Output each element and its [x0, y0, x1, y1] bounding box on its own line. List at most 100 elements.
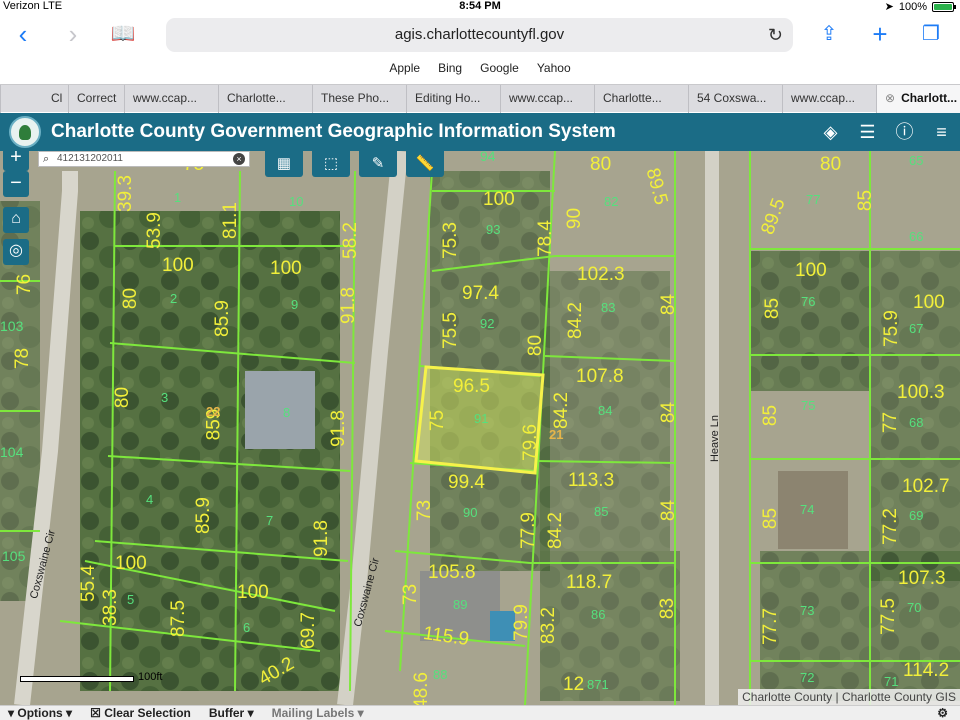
dimension-label: 12 [563, 674, 585, 695]
grid-tool-icon[interactable]: ▦ [265, 151, 303, 177]
url-text: agis.charlottecountyfl.gov [394, 26, 565, 43]
parcel-id: 3 [161, 390, 169, 405]
dimension-label: 85 [760, 507, 782, 530]
dimension-label: 104 [0, 444, 24, 460]
address-label: 22 [206, 404, 221, 419]
parcel-id: 77 [806, 192, 821, 207]
reload-icon[interactable]: ↻ [768, 18, 783, 52]
new-tab-icon[interactable]: + [865, 20, 895, 50]
dimension-label: 69.7 [297, 612, 319, 649]
dimension-label: 113.3 [568, 470, 615, 491]
share-icon[interactable]: ⇪ [814, 20, 844, 50]
tab[interactable]: These Pho... [312, 85, 406, 113]
dimension-label: 81.1 [219, 202, 241, 239]
forward-icon[interactable]: › [58, 20, 88, 50]
search-icon: ⌕ [43, 153, 50, 165]
dimension-label: 78 [12, 347, 34, 370]
screen: Verizon LTE 8:54 PM ➤ 100% ‹ › 📖 agis.ch… [0, 0, 960, 720]
parcel-id: 84 [598, 403, 613, 418]
tab[interactable]: 54 Coxswa... [688, 85, 782, 113]
dimension-label: 100 [115, 553, 147, 574]
parcel-id: 66 [909, 229, 924, 244]
tab-active[interactable]: ⊗ Charlott... [876, 85, 960, 113]
tab[interactable]: www.ccap... [782, 85, 876, 113]
clear-search-icon[interactable]: × [233, 153, 245, 165]
menu-icon[interactable]: ≡ [923, 113, 960, 151]
close-tab-icon[interactable]: ⊗ [885, 91, 895, 105]
parcel-id: 91 [474, 411, 489, 426]
dimension-label: 84 [658, 401, 680, 424]
parcel-id: 4 [146, 492, 154, 507]
home-icon[interactable]: ⌂ [3, 207, 29, 233]
parcel-id: 8 [283, 405, 291, 420]
dimension-label: 77.7 [759, 608, 781, 645]
gis-header: Charlotte County Government Geographic I… [0, 113, 960, 151]
dimension-label: 77.9 [517, 512, 539, 549]
status-right: ➤ 100% [884, 0, 956, 13]
favorite-link[interactable]: Bing [438, 58, 462, 80]
bookmarks-icon[interactable]: 📖 [108, 20, 138, 50]
zoom-in-button[interactable]: + [3, 151, 29, 171]
address-bar[interactable]: agis.charlottecountyfl.gov ↻ [166, 18, 793, 52]
tabs-icon[interactable]: ❐ [916, 20, 946, 50]
parcel-id: 85 [594, 504, 609, 519]
chevron-down-icon: ▾ [8, 706, 15, 720]
tab[interactable]: www.ccap... [124, 85, 218, 113]
tab[interactable]: Editing Ho... [406, 85, 500, 113]
dimension-label: 77.5 [877, 598, 899, 635]
tab[interactable]: Correct [68, 85, 124, 113]
mailing-labels-menu[interactable]: Mailing Labels ▾ [272, 706, 364, 720]
parcel-id: 69 [909, 508, 924, 523]
search-input[interactable]: 412131202011 [57, 153, 123, 164]
dimension-label: 78.4 [534, 220, 556, 257]
map-view[interactable]: 75 39.3 53.9 81.1 100 58.2 100 80 85.9 9… [0, 151, 960, 705]
parcel-id: 6 [243, 620, 251, 635]
status-bar: Verizon LTE 8:54 PM ➤ 100% [0, 0, 960, 14]
dimension-label: 80 [590, 154, 612, 175]
select-tool-icon[interactable]: ⬚ [312, 151, 350, 177]
parcel-id: 82 [604, 194, 619, 209]
clear-selection-button[interactable]: ☒ Clear Selection [90, 706, 191, 720]
dimension-label: 84 [658, 499, 680, 522]
parcel-id: 93 [486, 222, 501, 237]
dimension-label: 87.5 [167, 600, 189, 637]
location-icon: ➤ [884, 1, 894, 13]
dimension-label: 80 [525, 334, 547, 357]
tab[interactable]: Charlotte... [594, 85, 688, 113]
legend-icon[interactable]: ☰ [849, 113, 886, 151]
options-menu[interactable]: ▾ Options ▾ [8, 706, 72, 720]
dimension-label: 100 [237, 582, 269, 603]
buffer-menu[interactable]: Buffer ▾ [209, 706, 254, 720]
layers-icon[interactable]: ◈ [812, 113, 849, 151]
locate-icon[interactable]: ◎ [3, 239, 29, 265]
tab[interactable]: Cl [0, 85, 68, 113]
gear-icon[interactable]: ⚙ [937, 706, 948, 720]
dimension-label: 102.3 [577, 264, 625, 285]
parcel-id: 86 [591, 607, 606, 622]
parcel-search[interactable]: ⌕ 412131202011 × [38, 151, 250, 167]
dimension-label: 85.9 [192, 497, 214, 534]
tab[interactable]: www.ccap... [500, 85, 594, 113]
dimension-label: 83 [657, 597, 679, 620]
dimension-label: 100 [795, 260, 827, 281]
favorite-link[interactable]: Google [480, 58, 519, 80]
dimension-label: 100 [162, 255, 194, 276]
parcel-id: 76 [801, 294, 816, 309]
favorite-link[interactable]: Yahoo [537, 58, 571, 80]
dimension-label: 75.9 [880, 310, 902, 347]
tab[interactable]: Charlotte... [218, 85, 312, 113]
back-icon[interactable]: ‹ [8, 20, 38, 50]
dimension-label: 73 [414, 499, 436, 522]
dimension-label: 75.3 [439, 222, 461, 259]
chevron-down-icon: ▾ [66, 706, 73, 720]
dimension-label: 90 [564, 207, 586, 230]
parcel-id: 89 [453, 597, 468, 612]
favorite-link[interactable]: Apple [389, 58, 420, 80]
dimension-label: 84.2 [564, 302, 586, 339]
dimension-label: 84 [658, 293, 680, 316]
measure-tool-icon[interactable]: 📏 [406, 151, 444, 177]
header-tools: ◈ ☰ ⓘ ≡ [812, 113, 960, 151]
zoom-out-button[interactable]: − [3, 171, 29, 197]
info-icon[interactable]: ⓘ [886, 113, 923, 151]
edit-tool-icon[interactable]: ✎ [359, 151, 397, 177]
